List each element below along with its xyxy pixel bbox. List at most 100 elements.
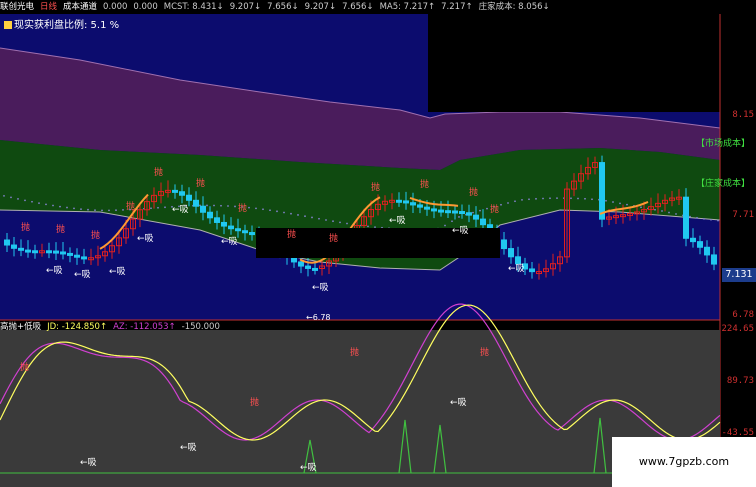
candle-body xyxy=(214,217,220,223)
cost-dot xyxy=(38,202,40,205)
cost-dot xyxy=(262,208,264,211)
candle-body xyxy=(424,206,430,210)
cost-dot xyxy=(612,201,614,203)
candle-body xyxy=(683,196,689,239)
cost-dot xyxy=(276,210,278,213)
candle-body xyxy=(221,221,227,227)
candle-body xyxy=(67,252,73,256)
sell-marker: 抛 xyxy=(56,224,66,235)
lower-y-label-mid: 89.73 xyxy=(726,376,754,386)
period-label[interactable]: 日线 xyxy=(40,2,57,12)
cost-dot xyxy=(150,207,152,210)
indicator-name: 成本通道 xyxy=(63,2,98,12)
candle-body xyxy=(501,239,507,250)
sell-marker: 抛 xyxy=(469,188,479,199)
sell-marker: 抛 xyxy=(287,229,297,240)
cost-dot xyxy=(87,208,89,211)
candle-body xyxy=(46,250,52,254)
sell-marker: 抛 xyxy=(126,201,136,212)
buy-marker: ←吸 xyxy=(452,226,469,236)
sell-marker: 抛 xyxy=(196,179,206,190)
candle-body xyxy=(53,250,59,254)
cost-dot xyxy=(290,212,292,215)
candle-body xyxy=(599,162,605,220)
cost-dot xyxy=(3,194,5,197)
header-value-5: 7.656↓ xyxy=(267,2,299,12)
sell-marker: 抛 xyxy=(91,230,101,241)
oscillator-sell-marker: 抛 xyxy=(250,398,260,408)
candle-body xyxy=(445,210,451,214)
cost-dot xyxy=(542,197,544,200)
cost-dot xyxy=(297,214,299,216)
cost-dot xyxy=(31,200,33,203)
profit-box-icon xyxy=(4,21,12,29)
cost-dot xyxy=(570,197,572,200)
buy-marker: ←吸 xyxy=(221,237,238,248)
buy-marker: ←吸 xyxy=(109,266,126,277)
az-value: AZ: -112.053↑ xyxy=(113,322,176,332)
cost-dot xyxy=(556,197,558,200)
cost-dot xyxy=(444,224,446,227)
chart-canvas[interactable] xyxy=(0,0,756,487)
oscillator-buy-marker: ←吸 xyxy=(180,443,197,453)
cost-dot xyxy=(346,222,348,225)
cost-dot xyxy=(661,210,663,212)
current-price-box: 7.131 xyxy=(722,268,756,282)
low-marker: ←6.78 xyxy=(306,313,331,322)
oscillator-sell-marker: 抛 xyxy=(20,363,30,373)
cost-dot xyxy=(45,203,47,206)
cost-dot xyxy=(122,209,124,211)
candle-body xyxy=(4,239,10,246)
cost-dot xyxy=(507,202,509,204)
sell-marker: 抛 xyxy=(420,180,430,191)
candle-body xyxy=(396,199,402,203)
cost-dot xyxy=(269,209,271,212)
cost-dot xyxy=(220,204,222,207)
cost-dot xyxy=(332,220,334,223)
cost-dot xyxy=(283,211,285,214)
cost-dot xyxy=(640,206,642,209)
cost-dot xyxy=(318,217,320,220)
buy-marker: ←吸 xyxy=(172,205,189,216)
level-value: -150.000 xyxy=(181,322,220,332)
sell-marker: 抛 xyxy=(21,223,31,234)
header-value-3: MCST: 8.431↓ xyxy=(163,2,224,12)
sell-marker: 抛 xyxy=(329,233,339,244)
header-value-8: MA5: 7.217↑ xyxy=(379,2,436,12)
candle-body xyxy=(60,251,66,255)
candle-body xyxy=(410,202,416,206)
cost-dot xyxy=(500,203,502,206)
candle-body xyxy=(228,225,234,230)
buy-marker: ←吸 xyxy=(46,265,63,276)
candle-body xyxy=(298,261,304,267)
candle-body xyxy=(438,209,444,213)
cost-dot xyxy=(514,200,516,203)
cost-dot xyxy=(675,213,677,215)
cost-dot xyxy=(115,209,117,212)
candle-body xyxy=(305,265,311,269)
cost-dot xyxy=(311,216,313,219)
sell-marker: 抛 xyxy=(238,203,248,214)
cost-dot xyxy=(479,209,481,212)
cost-dot xyxy=(367,225,369,228)
cost-dot xyxy=(696,216,698,219)
lower-header: 高抛+低吸 JD: -124.850↑ AZ: -112.053↑ -150.000 xyxy=(0,320,226,334)
cost-dot xyxy=(339,221,341,224)
buy-marker: ←吸 xyxy=(137,234,154,245)
candle-body xyxy=(473,214,479,220)
cost-dot xyxy=(619,202,621,205)
candle-body xyxy=(242,230,248,234)
cost-dot xyxy=(108,209,110,212)
candle-body xyxy=(466,212,472,216)
cost-dot xyxy=(234,205,236,208)
cost-dot xyxy=(157,206,159,209)
cost-dot xyxy=(227,205,229,207)
candle-body xyxy=(480,218,486,226)
oscillator-buy-marker: ←吸 xyxy=(300,463,317,473)
cost-dot xyxy=(80,208,82,210)
candle-body xyxy=(172,189,178,193)
candle-body xyxy=(704,246,710,256)
oscillator-buy-marker: ←吸 xyxy=(450,398,467,408)
candle-body xyxy=(11,244,17,249)
lower-y-label-high: 224.65 xyxy=(721,324,754,334)
